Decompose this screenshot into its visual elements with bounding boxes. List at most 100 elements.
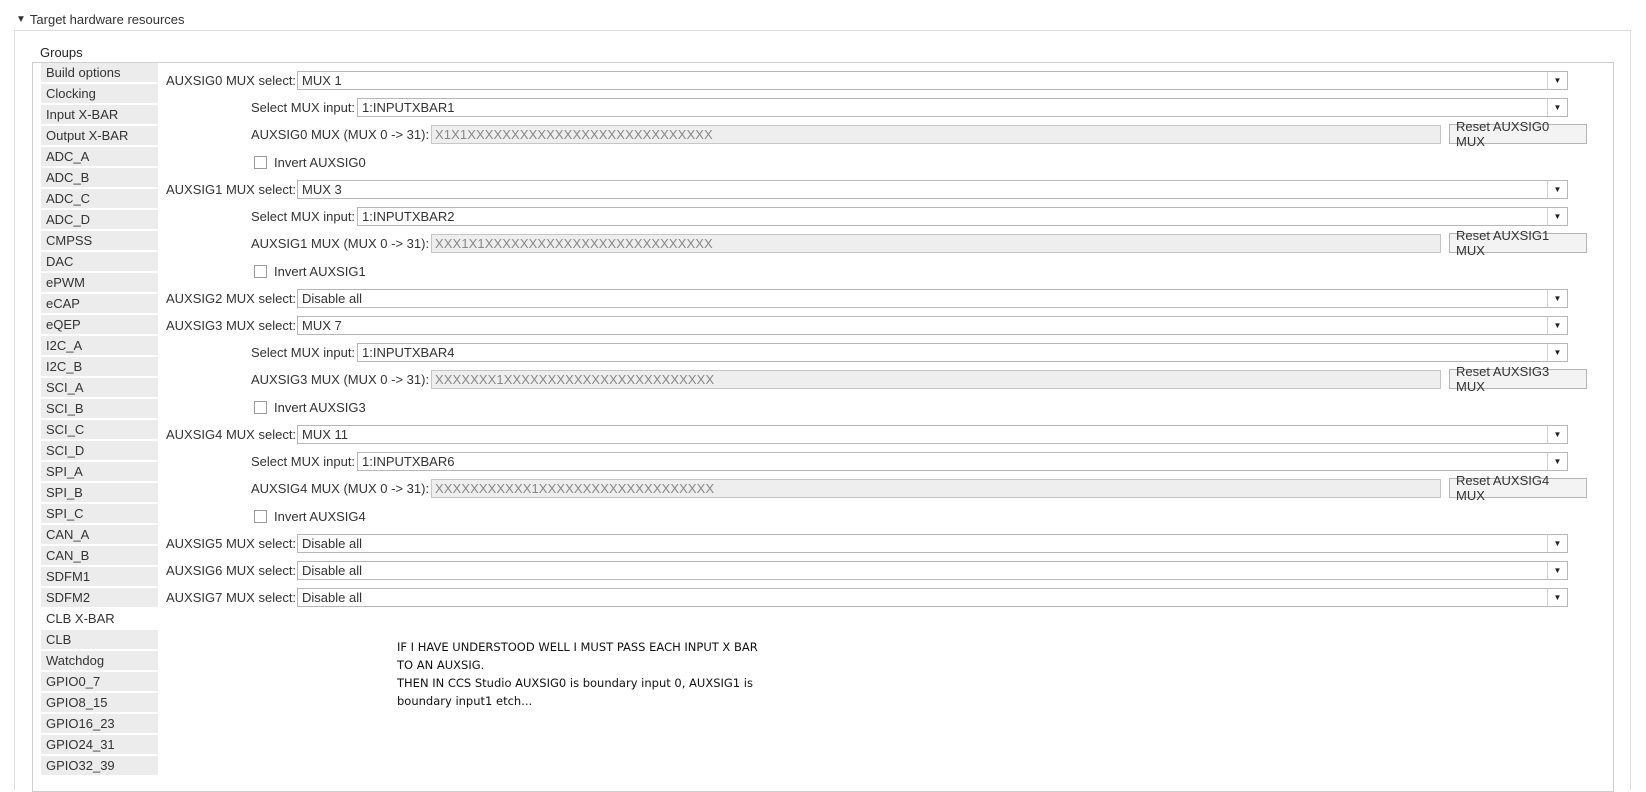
- auxsig1-mask-label: AUXSIG1 MUX (MUX 0 -> 31):: [251, 236, 430, 251]
- sidebar-item[interactable]: CLB: [41, 630, 158, 650]
- note-line: THEN IN CCS Studio AUXSIG0 is boundary i…: [397, 676, 753, 690]
- invert-auxsig0-label: Invert AUXSIG0: [274, 155, 366, 170]
- auxsig4-mux-select-value: MUX 11: [302, 427, 348, 442]
- auxsig4-mux-input-select[interactable]: 1:INPUTXBAR6 ▼: [357, 452, 1568, 471]
- invert-auxsig3-checkbox[interactable]: [254, 401, 267, 414]
- chevron-down-icon[interactable]: ▼: [1547, 181, 1567, 198]
- sidebar-item[interactable]: eQEP: [41, 315, 158, 335]
- auxsig0-mux-select[interactable]: MUX 1 ▼: [297, 71, 1568, 90]
- sidebar-item[interactable]: DAC: [41, 252, 158, 272]
- sidebar-item[interactable]: SCI_A: [41, 378, 158, 398]
- invert-auxsig4-label: Invert AUXSIG4: [274, 509, 366, 524]
- chevron-down-icon[interactable]: ▼: [1547, 453, 1567, 470]
- note-line: TO AN AUXSIG.: [397, 658, 485, 672]
- chevron-down-icon[interactable]: ▼: [1547, 535, 1567, 552]
- auxsig2-mux-select[interactable]: Disable all ▼: [297, 289, 1568, 308]
- invert-auxsig4-checkbox[interactable]: [254, 510, 267, 523]
- sidebar-item[interactable]: Clocking: [41, 84, 158, 104]
- sidebar-item[interactable]: CMPSS: [41, 231, 158, 251]
- sidebar-item[interactable]: CAN_A: [41, 525, 158, 545]
- collapse-triangle-icon[interactable]: ▼: [16, 14, 26, 25]
- invert-auxsig3-label: Invert AUXSIG3: [274, 400, 366, 415]
- sidebar-item[interactable]: Watchdog: [41, 651, 158, 671]
- auxsig3-mux-input-select[interactable]: 1:INPUTXBAR4 ▼: [357, 343, 1568, 362]
- note-line: boundary input1 etch...: [397, 694, 533, 708]
- auxsig0-mux-input-value: 1:INPUTXBAR1: [362, 100, 455, 115]
- auxsig6-mux-select[interactable]: Disable all ▼: [297, 561, 1568, 580]
- chevron-down-icon[interactable]: ▼: [1547, 426, 1567, 443]
- sidebar-item[interactable]: SCI_C: [41, 420, 158, 440]
- sidebar-item[interactable]: I2C_B: [41, 357, 158, 377]
- auxsig1-mux-select-label: AUXSIG1 MUX select:: [166, 182, 297, 197]
- chevron-down-icon[interactable]: ▼: [1547, 208, 1567, 225]
- sidebar-item[interactable]: GPIO0_7: [41, 672, 158, 692]
- auxsig3-mask-label: AUXSIG3 MUX (MUX 0 -> 31):: [251, 372, 430, 387]
- sidebar-item[interactable]: SPI_A: [41, 462, 158, 482]
- auxsig7-mux-select-value: Disable all: [302, 590, 362, 605]
- invert-auxsig1-label: Invert AUXSIG1: [274, 264, 366, 279]
- sidebar-item[interactable]: GPIO8_15: [41, 693, 158, 713]
- auxsig0-mask-field: X1X1XXXXXXXXXXXXXXXXXXXXXXXXXXXX: [431, 125, 1441, 144]
- sidebar-item[interactable]: ADC_C: [41, 189, 158, 209]
- auxsig3-mux-select[interactable]: MUX 7 ▼: [297, 316, 1568, 335]
- sidebar-item[interactable]: Build options: [41, 63, 158, 83]
- sidebar-item[interactable]: SPI_B: [41, 483, 158, 503]
- auxsig4-mux-select-label: AUXSIG4 MUX select:: [166, 427, 297, 442]
- sidebar-item[interactable]: eCAP: [41, 294, 158, 314]
- auxsig7-mux-select-label: AUXSIG7 MUX select:: [166, 590, 297, 605]
- sidebar-item[interactable]: ADC_A: [41, 147, 158, 167]
- sidebar-item[interactable]: CAN_B: [41, 546, 158, 566]
- auxsig3-mask-field: XXXXXXX1XXXXXXXXXXXXXXXXXXXXXXXX: [431, 370, 1441, 389]
- auxsig1-mux-select-value: MUX 3: [302, 182, 342, 197]
- sidebar-item[interactable]: SDFM2: [41, 588, 158, 608]
- auxsig1-mux-select[interactable]: MUX 3 ▼: [297, 180, 1568, 199]
- sidebar-item[interactable]: ADC_B: [41, 168, 158, 188]
- sidebar-item[interactable]: GPIO24_31: [41, 735, 158, 755]
- auxsig0-mux-select-value: MUX 1: [302, 73, 342, 88]
- auxsig2-mux-select-value: Disable all: [302, 291, 362, 306]
- chevron-down-icon[interactable]: ▼: [1547, 99, 1567, 116]
- section-header-target-hardware[interactable]: ▼ Target hardware resources: [16, 10, 185, 28]
- auxsig0-mux-input-select[interactable]: 1:INPUTXBAR1 ▼: [357, 98, 1568, 117]
- invert-auxsig0-checkbox[interactable]: [254, 156, 267, 169]
- chevron-down-icon[interactable]: ▼: [1547, 317, 1567, 334]
- auxsig3-mux-select-value: MUX 7: [302, 318, 342, 333]
- reset-auxsig0-mux-button[interactable]: Reset AUXSIG0 MUX: [1449, 119, 1587, 149]
- sidebar-item[interactable]: Input X-BAR: [41, 105, 158, 125]
- sidebar-item[interactable]: SCI_D: [41, 441, 158, 461]
- reset-auxsig1-mux-button[interactable]: Reset AUXSIG1 MUX: [1449, 228, 1587, 258]
- groups-title: Groups: [40, 45, 83, 60]
- chevron-down-icon[interactable]: ▼: [1547, 344, 1567, 361]
- auxsig1-mux-input-value: 1:INPUTXBAR2: [362, 209, 455, 224]
- sidebar-item[interactable]: SDFM1: [41, 567, 158, 587]
- annotation-note: IF I HAVE UNDERSTOOD WELL I MUST PASS EA…: [397, 638, 817, 710]
- invert-auxsig1-checkbox[interactable]: [254, 265, 267, 278]
- sidebar-item[interactable]: CLB X-BAR: [41, 609, 158, 629]
- sidebar-item[interactable]: GPIO16_23: [41, 714, 158, 734]
- auxsig7-mux-select[interactable]: Disable all ▼: [297, 588, 1568, 607]
- auxsig5-mux-select[interactable]: Disable all ▼: [297, 534, 1568, 553]
- chevron-down-icon[interactable]: ▼: [1547, 72, 1567, 89]
- auxsig1-mux-input-select[interactable]: 1:INPUTXBAR2 ▼: [357, 207, 1568, 226]
- auxsig4-input-label: Select MUX input:: [251, 454, 356, 469]
- sidebar-item[interactable]: ADC_D: [41, 210, 158, 230]
- reset-auxsig3-mux-button[interactable]: Reset AUXSIG3 MUX: [1449, 364, 1587, 394]
- auxsig4-mask-field: XXXXXXXXXXX1XXXXXXXXXXXXXXXXXXXX: [431, 479, 1441, 498]
- sidebar-item[interactable]: GPIO32_39: [41, 756, 158, 776]
- sidebar-item[interactable]: SPI_C: [41, 504, 158, 524]
- chevron-down-icon[interactable]: ▼: [1547, 589, 1567, 606]
- sidebar-item[interactable]: ePWM: [41, 273, 158, 293]
- auxsig1-input-label: Select MUX input:: [251, 209, 356, 224]
- auxsig5-mux-select-value: Disable all: [302, 536, 362, 551]
- sidebar-item[interactable]: SCI_B: [41, 399, 158, 419]
- auxsig2-mux-select-label: AUXSIG2 MUX select:: [166, 291, 297, 306]
- chevron-down-icon[interactable]: ▼: [1547, 290, 1567, 307]
- auxsig0-mask-label: AUXSIG0 MUX (MUX 0 -> 31):: [251, 127, 430, 142]
- auxsig3-input-label: Select MUX input:: [251, 345, 356, 360]
- reset-auxsig4-mux-button[interactable]: Reset AUXSIG4 MUX: [1449, 473, 1587, 503]
- sidebar-item[interactable]: Output X-BAR: [41, 126, 158, 146]
- auxsig4-mux-select[interactable]: MUX 11 ▼: [297, 425, 1568, 444]
- sidebar-item[interactable]: I2C_A: [41, 336, 158, 356]
- note-line: IF I HAVE UNDERSTOOD WELL I MUST PASS EA…: [397, 640, 758, 654]
- chevron-down-icon[interactable]: ▼: [1547, 562, 1567, 579]
